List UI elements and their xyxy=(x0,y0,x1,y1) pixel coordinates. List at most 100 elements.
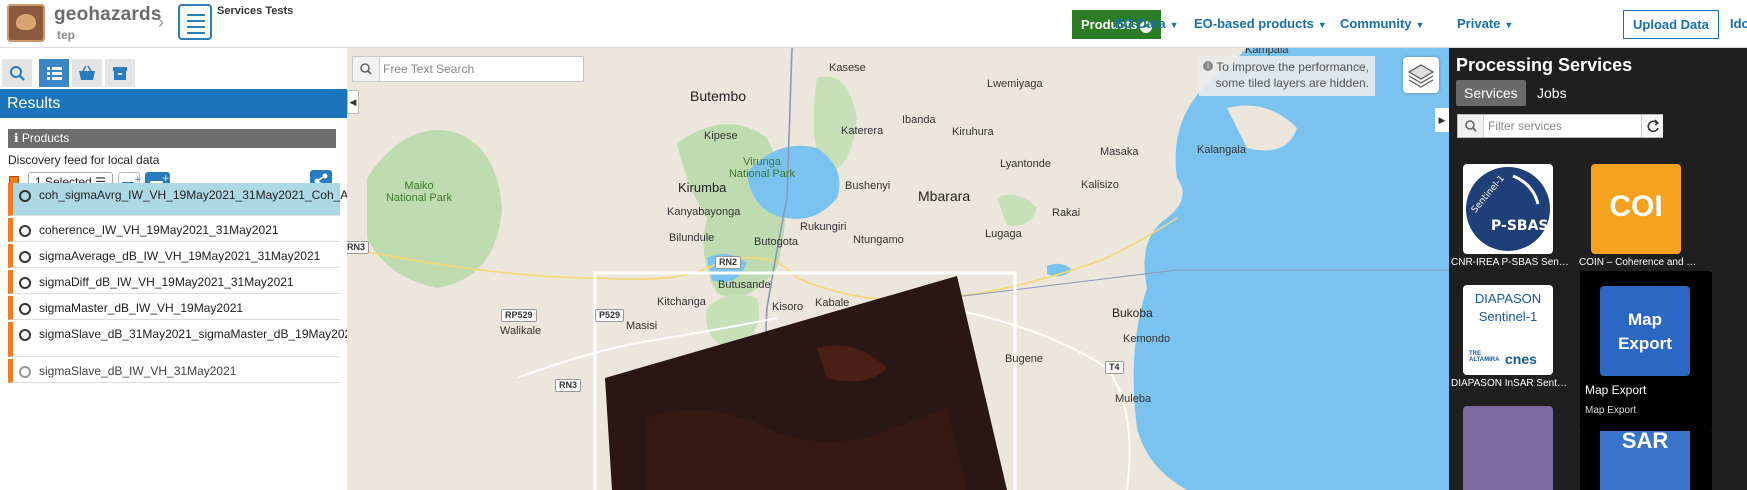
tab-results-list[interactable] xyxy=(39,59,69,87)
place-label: Kalisizo xyxy=(1081,179,1119,191)
service-psbas[interactable]: P-SBAS Sentinel-1 CNR-IREA P-SBAS Sentin… xyxy=(1451,164,1577,274)
place-label: Kalangala xyxy=(1197,144,1246,156)
road-shield: T4 xyxy=(1105,361,1124,374)
free-text-search-input[interactable] xyxy=(383,60,578,78)
nav-eo-data-label: EO Data xyxy=(1115,16,1166,31)
tre-altamira-logo-text: TRE ALTAMIRA xyxy=(1469,351,1500,363)
top-navigation-bar: geohazards tep › Services Tests Products… xyxy=(0,0,1747,48)
service-map-export[interactable]: Map Export Map Export Map Export xyxy=(1580,271,1712,431)
collapse-left-panel-button[interactable]: ◀ xyxy=(347,90,359,114)
place-label: Kasese xyxy=(829,62,866,74)
map-view[interactable]: Kampala Kasese Lwemiyaga Butembo Kipese … xyxy=(347,48,1449,490)
products-section-label: Products xyxy=(21,131,70,145)
basket-icon xyxy=(79,65,95,80)
nav-community[interactable]: Community ▼ xyxy=(1340,16,1424,31)
place-label: Katerera xyxy=(841,125,884,137)
nav-eo-based-products[interactable]: EO-based products ▼ xyxy=(1194,16,1327,31)
search-icon xyxy=(353,57,380,81)
map-basemap xyxy=(347,48,1449,490)
tab-archive[interactable] xyxy=(105,59,135,87)
tab-services[interactable]: Services xyxy=(1456,80,1526,106)
place-label: Masaka xyxy=(1100,146,1139,158)
logo-name[interactable]: geohazards xyxy=(54,4,162,26)
map-search-box[interactable] xyxy=(352,56,584,82)
nav-eo-data[interactable]: EO Data ▼ xyxy=(1115,16,1179,31)
place-label: Rukungiri xyxy=(800,221,847,233)
road-shield: RN3 xyxy=(347,241,370,254)
service-name: COIN – Coherence and Intensity xyxy=(1579,257,1697,268)
service-thumbnail-partial[interactable]: SAR xyxy=(1580,430,1712,490)
nav-user-menu[interactable]: Ido xyxy=(1730,16,1747,31)
breadcrumb-title[interactable]: Services Tests xyxy=(217,5,293,17)
close-icon[interactable]: × xyxy=(1358,59,1366,75)
coi-logo-text: COI xyxy=(1609,190,1663,223)
globe-icon xyxy=(19,277,31,289)
list-icon xyxy=(47,67,62,80)
tab-basket[interactable] xyxy=(72,59,102,87)
caret-down-icon: ▼ xyxy=(1317,20,1327,30)
place-label: Lugaga xyxy=(985,228,1022,240)
filter-services-box[interactable] xyxy=(1457,114,1663,138)
hover-title: Map Export xyxy=(1585,383,1647,397)
service-name: DIAPASON InSAR Sentinel-1 xyxy=(1451,378,1569,389)
result-item[interactable]: coh_sigmaAvrg_IW_VH_19May2021_31May2021_… xyxy=(8,183,368,216)
result-item[interactable]: sigmaSlave_dB_31May2021_sigmaMaster_dB_1… xyxy=(8,322,485,357)
tab-jobs[interactable]: Jobs xyxy=(1529,80,1575,106)
result-item[interactable]: sigmaAverage_dB_IW_VH_19May2021_31May202… xyxy=(8,244,340,268)
service-name: CNR-IREA P-SBAS Sentinel-1 xyxy=(1451,257,1569,268)
cnes-logo-text: cnes xyxy=(1505,351,1537,367)
hover-subtitle: Map Export xyxy=(1585,405,1637,416)
globe-icon xyxy=(19,366,31,378)
caret-down-icon: ▼ xyxy=(1415,20,1425,30)
place-label: Ntungamo xyxy=(853,234,904,246)
result-item-label: sigmaDiff_dB_IW_VH_19May2021_31May2021 xyxy=(39,275,294,289)
park-label: Maiko National Park xyxy=(385,180,453,204)
place-label: Kipese xyxy=(704,130,738,142)
place-label: Butusande xyxy=(718,279,771,291)
place-label: Mbarara xyxy=(918,188,971,204)
service-thumbnail-partial[interactable] xyxy=(1463,406,1553,490)
archive-icon xyxy=(113,67,127,80)
place-label: Lwemiyaga xyxy=(987,78,1043,90)
place-label: Butogota xyxy=(754,236,799,248)
service-diapason[interactable]: DIAPASON Sentinel-1 TRE ALTAMIRA cnes DI… xyxy=(1451,285,1577,395)
collapse-right-panel-button[interactable]: ▶ xyxy=(1435,108,1449,132)
layers-button[interactable] xyxy=(1403,57,1439,93)
upload-data-button[interactable]: Upload Data xyxy=(1623,10,1719,39)
place-label: Kampala xyxy=(1245,48,1289,56)
place-label: Kabale xyxy=(815,297,850,309)
nav-private[interactable]: Private ▼ xyxy=(1457,16,1513,31)
result-item[interactable]: sigmaSlave_dB_IW_VH_31May2021 xyxy=(8,359,340,383)
processing-services-panel: Processing Services Services Jobs P-SBAS… xyxy=(1449,48,1747,490)
result-item[interactable]: coherence_IW_VH_19May2021_31May2021 xyxy=(8,218,340,242)
place-label: Lyantonde xyxy=(1000,158,1051,170)
refresh-icon[interactable] xyxy=(1641,115,1663,137)
feed-description: Discovery feed for local data xyxy=(8,153,160,167)
service-coin[interactable]: COI COIN – Coherence and Intensity xyxy=(1579,164,1705,274)
place-label: Kemondo xyxy=(1123,333,1171,345)
tab-search[interactable] xyxy=(2,59,32,87)
place-label: Muleba xyxy=(1115,393,1152,405)
place-label: Rakai xyxy=(1052,207,1081,219)
result-item-label: coherence_IW_VH_19May2021_31May2021 xyxy=(39,223,279,237)
tiles-hidden-notice: i To improve the performance, some tiled… xyxy=(1199,56,1375,96)
result-item[interactable]: sigmaMaster_dB_IW_VH_19May2021 xyxy=(8,296,340,320)
diapason-thumbnail: DIAPASON Sentinel-1 TRE ALTAMIRA cnes xyxy=(1463,285,1553,375)
place-label: Bilundule xyxy=(669,232,715,244)
road-shield: RN3 xyxy=(555,379,582,392)
nav-eo-based-products-label: EO-based products xyxy=(1194,16,1314,31)
geohazards-logo[interactable] xyxy=(7,4,45,42)
thematic-app-icon[interactable] xyxy=(178,4,212,40)
products-section-header[interactable]: ℹ Products xyxy=(8,129,336,148)
results-title: Results xyxy=(0,89,347,118)
place-label: Kisoro xyxy=(772,301,804,313)
filter-services-input[interactable] xyxy=(1488,118,1636,134)
sar-logo-text: SAR xyxy=(1600,430,1690,490)
logo-subtitle: tep xyxy=(57,28,75,42)
road-shield: P529 xyxy=(595,309,625,322)
map-export-thumbnail: Map Export xyxy=(1600,286,1690,376)
place-label: Bugene xyxy=(1005,353,1043,365)
result-item[interactable]: sigmaDiff_dB_IW_VH_19May2021_31May2021 xyxy=(8,270,340,294)
result-item-label: sigmaSlave_dB_IW_VH_31May2021 xyxy=(39,364,237,378)
caret-down-icon: ▼ xyxy=(1169,20,1179,30)
